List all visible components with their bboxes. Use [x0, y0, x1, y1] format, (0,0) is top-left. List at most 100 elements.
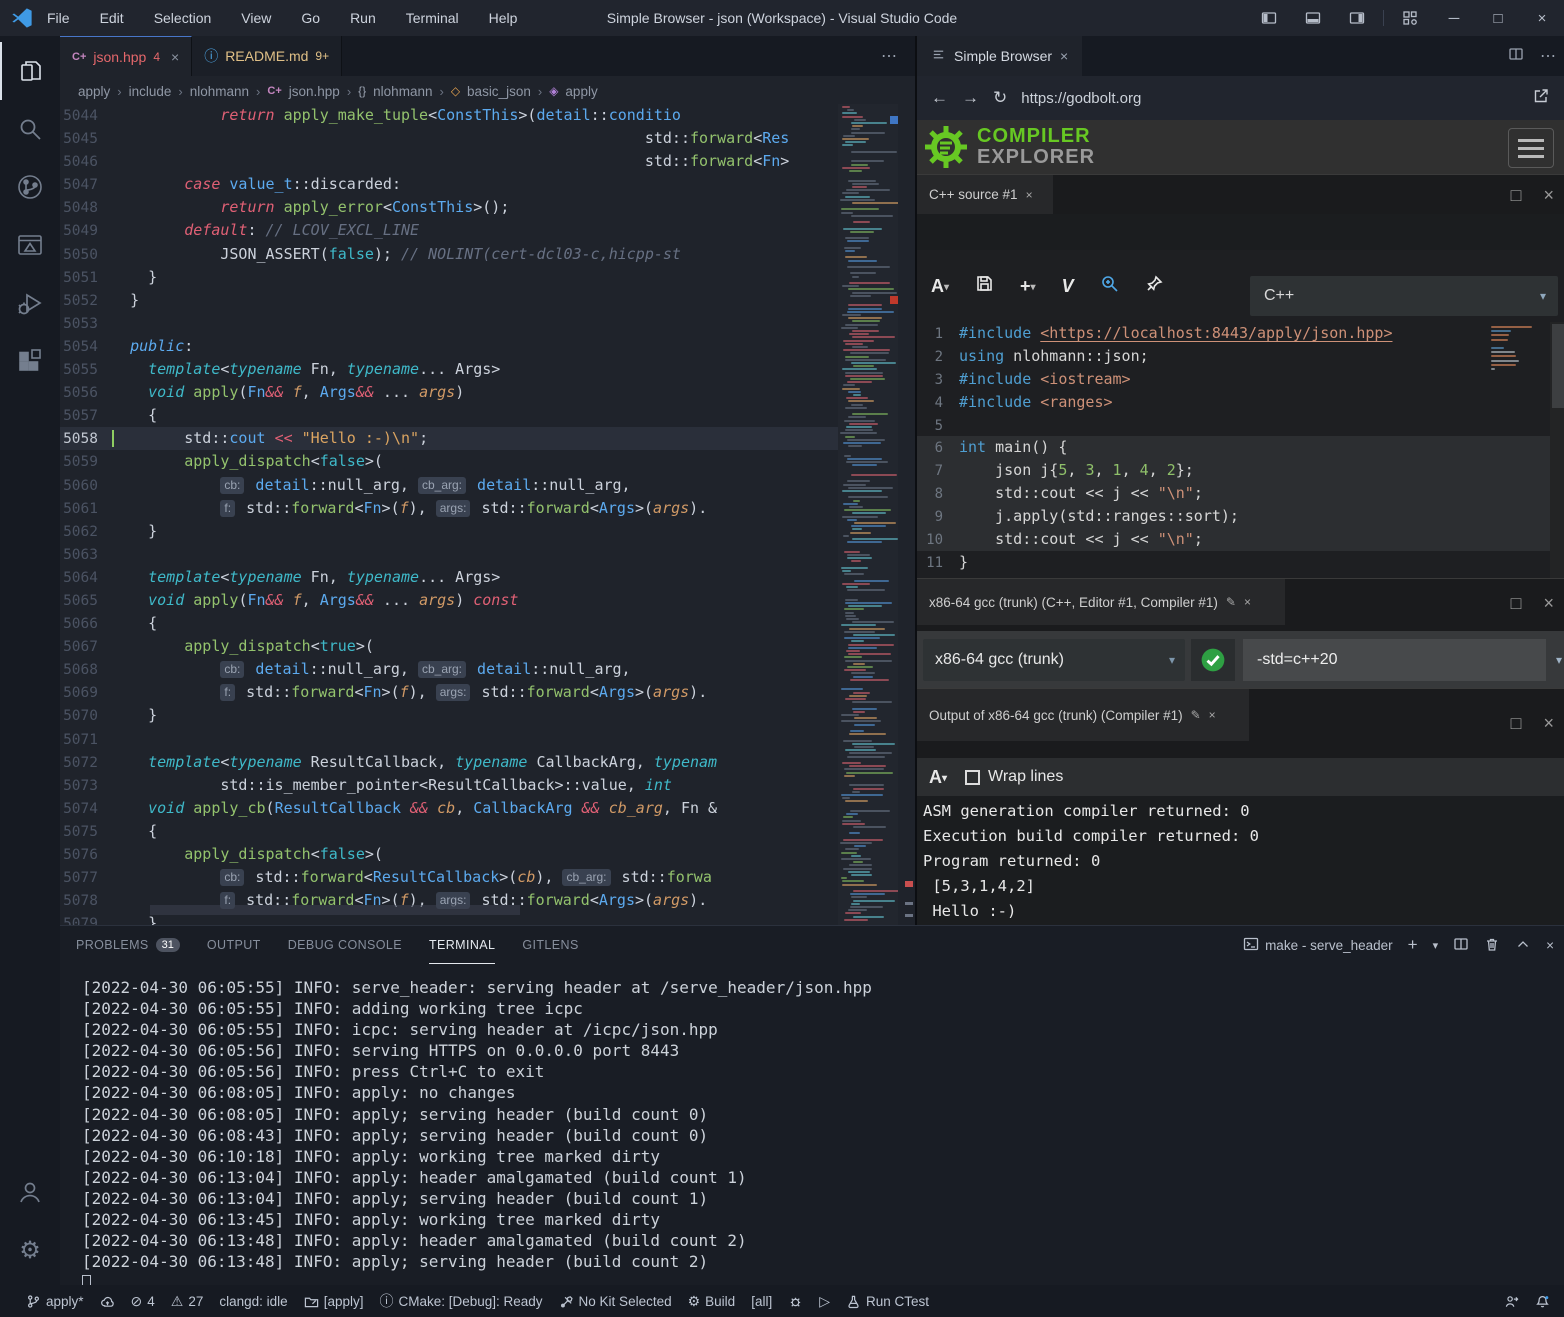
close-button[interactable]: ×	[1520, 0, 1564, 36]
statusbar-item-4[interactable]: ⊘4	[131, 1293, 155, 1310]
breadcrumb-item[interactable]: apply	[565, 84, 597, 99]
more-actions-icon[interactable]: ⋯	[1540, 46, 1556, 66]
breadcrumb-item[interactable]: json.hpp	[289, 84, 340, 99]
split-editor-icon[interactable]	[1508, 46, 1524, 67]
forward-icon[interactable]: →	[962, 88, 979, 108]
maximize-pane-icon[interactable]: □	[1511, 593, 1522, 614]
compiler-select[interactable]: x86-64 gcc (trunk) ▾	[923, 639, 1185, 681]
back-icon[interactable]: ←	[931, 88, 948, 108]
settings-gear-icon[interactable]: ⚙	[0, 1221, 60, 1279]
maximize-panel-icon[interactable]	[1515, 936, 1531, 955]
menu-item-terminal[interactable]: Terminal	[406, 10, 459, 26]
customize-layout-icon[interactable]	[1388, 0, 1432, 36]
close-panel-icon[interactable]: ×	[1546, 938, 1554, 953]
edit-icon[interactable]: ✎	[1226, 595, 1236, 609]
url-input[interactable]: https://godbolt.org	[1021, 90, 1518, 107]
terminal-output[interactable]: [2022-04-30 06:05:55] INFO: serve_header…	[82, 977, 872, 1292]
font-size-button[interactable]: A▾	[931, 276, 949, 297]
breadcrumb-item[interactable]: basic_json	[467, 84, 531, 99]
layout-sidebar-right-icon[interactable]	[1335, 0, 1379, 36]
new-terminal-icon[interactable]: +	[1408, 935, 1418, 955]
zoom-icon[interactable]	[1100, 274, 1119, 298]
close-icon[interactable]: ×	[1244, 595, 1251, 609]
close-icon[interactable]: ×	[1026, 188, 1033, 202]
accounts-icon[interactable]	[0, 1163, 60, 1221]
close-icon[interactable]: ×	[1209, 708, 1216, 722]
statusbar-item-play[interactable]: ▷	[819, 1293, 830, 1310]
edit-icon[interactable]: ✎	[1191, 708, 1201, 722]
hamburger-menu-icon[interactable]	[1508, 128, 1554, 168]
chevron-down-icon[interactable]: ▾	[1433, 939, 1439, 952]
maximize-pane-icon[interactable]: □	[1511, 713, 1522, 734]
compiler-options-input[interactable]: -std=c++20	[1243, 639, 1546, 681]
chevron-down-icon[interactable]: ▾	[1556, 653, 1562, 667]
statusbar-item-27[interactable]: ⚠27	[171, 1293, 204, 1310]
statusbar-item-bug[interactable]	[788, 1294, 803, 1309]
run-debug-icon[interactable]	[0, 274, 60, 332]
statusbar-item--all-[interactable]: [all]	[751, 1294, 772, 1309]
menu-item-view[interactable]: View	[241, 10, 271, 26]
tab-readme-md[interactable]: ⓘREADME.md9+	[192, 36, 342, 76]
close-icon[interactable]: ×	[1060, 48, 1068, 64]
layout-panel-icon[interactable]	[1291, 0, 1335, 36]
menu-item-selection[interactable]: Selection	[154, 10, 212, 26]
tab-simple-browser[interactable]: Simple Browser ×	[917, 36, 1082, 76]
explorer-icon[interactable]	[0, 42, 60, 100]
panel-tab-terminal[interactable]: TERMINAL	[429, 926, 495, 964]
split-terminal-icon[interactable]	[1453, 936, 1469, 955]
horizontal-scrollbar[interactable]	[150, 905, 520, 915]
terminal-instance[interactable]: make - serve_header	[1243, 936, 1393, 955]
tab-json-hpp[interactable]: C+json.hpp4×	[60, 36, 192, 76]
menu-item-help[interactable]: Help	[489, 10, 518, 26]
statusbar-item-bell[interactable]	[1535, 1294, 1550, 1309]
statusbar-item-cmake-debug-ready[interactable]: ⓘCMake: [Debug]: Ready	[379, 1291, 542, 1311]
pin-icon[interactable]	[1145, 274, 1164, 298]
minimize-button[interactable]: ─	[1432, 0, 1476, 36]
extensions-icon[interactable]	[0, 332, 60, 390]
menu-item-go[interactable]: Go	[301, 10, 320, 26]
vim-mode-icon[interactable]: V	[1062, 276, 1074, 297]
panel-tab-problems[interactable]: PROBLEMS31	[76, 926, 180, 964]
maximize-pane-icon[interactable]: □	[1511, 185, 1522, 206]
reload-icon[interactable]: ↻	[993, 88, 1007, 108]
statusbar-item-person[interactable]	[1504, 1294, 1519, 1309]
search-icon[interactable]	[0, 100, 60, 158]
wrap-lines-checkbox[interactable]: Wrap lines	[965, 768, 1063, 786]
code-editor[interactable]: 5044 return apply_make_tuple<ConstThis>(…	[60, 104, 838, 925]
font-size-button[interactable]: A▾	[929, 767, 947, 788]
statusbar-item-no-kit-selected[interactable]: No Kit Selected	[559, 1294, 672, 1309]
source-control-icon[interactable]	[0, 158, 60, 216]
breadcrumb-item[interactable]: nlohmann	[373, 84, 432, 99]
kill-terminal-icon[interactable]	[1484, 936, 1500, 955]
minimap[interactable]	[838, 104, 898, 925]
statusbar-item-clangd-idle[interactable]: clangd: idle	[219, 1294, 287, 1309]
statusbar-item-build[interactable]: ⚙Build	[688, 1293, 736, 1310]
menu-item-file[interactable]: File	[47, 10, 70, 26]
ce-source-tab[interactable]: C++ source #1 ×	[917, 175, 1053, 214]
close-pane-icon[interactable]: ×	[1543, 593, 1554, 614]
language-select[interactable]: C++ ▾	[1250, 276, 1558, 316]
ce-scrollbar[interactable]	[1550, 322, 1564, 578]
panel-tab-output[interactable]: OUTPUT	[207, 926, 261, 964]
save-icon[interactable]	[975, 274, 994, 298]
cmake-icon[interactable]	[0, 216, 60, 274]
menu-item-edit[interactable]: Edit	[100, 10, 124, 26]
statusbar-item-run-ctest[interactable]: Run CTest	[846, 1294, 929, 1309]
menu-item-run[interactable]: Run	[350, 10, 376, 26]
statusbar-item-apply-[interactable]: apply*	[26, 1294, 84, 1309]
add-pane-button[interactable]: +▾	[1020, 276, 1036, 297]
close-icon[interactable]: ×	[171, 49, 179, 65]
ce-output-tab[interactable]: Output of x86-64 gcc (trunk) (Compiler #…	[917, 689, 1249, 741]
statusbar-item-cloud[interactable]	[100, 1294, 115, 1309]
breadcrumb-item[interactable]: apply	[78, 84, 110, 99]
breadcrumb-item[interactable]: nlohmann	[190, 84, 249, 99]
more-actions-icon[interactable]: ⋯	[881, 46, 897, 66]
open-external-icon[interactable]	[1532, 87, 1550, 110]
panel-tab-debug-console[interactable]: DEBUG CONSOLE	[288, 926, 402, 964]
panel-tab-gitlens[interactable]: GITLENS	[522, 926, 578, 964]
close-pane-icon[interactable]: ×	[1543, 185, 1554, 206]
close-pane-icon[interactable]: ×	[1543, 713, 1554, 734]
ce-source-editor[interactable]: 1#include <https://localhost:8443/apply/…	[917, 322, 1564, 578]
layout-sidebar-left-icon[interactable]	[1247, 0, 1291, 36]
ce-compiler-tab[interactable]: x86-64 gcc (trunk) (C++, Editor #1, Comp…	[917, 579, 1285, 625]
